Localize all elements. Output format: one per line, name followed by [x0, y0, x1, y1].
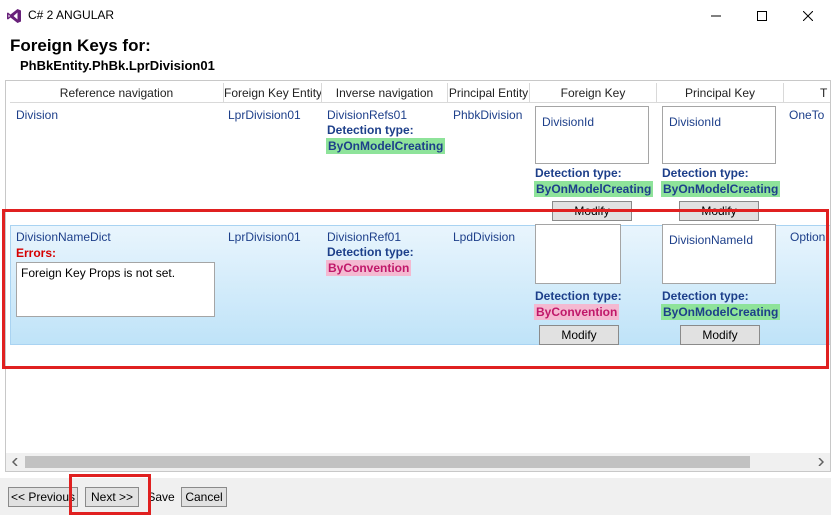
column-header-principal-entity[interactable]: Principal Entity — [448, 83, 530, 103]
column-header-foreign-key[interactable]: Foreign Key — [530, 83, 657, 103]
page-title: Foreign Keys for: — [10, 36, 151, 55]
footer-bar: << Previous Next >> Save Cancel — [0, 478, 831, 515]
next-button[interactable]: Next >> — [85, 487, 139, 507]
maximize-icon — [757, 10, 767, 21]
principal-entity-cell: PhbkDivision — [453, 108, 523, 122]
principal-key-props-list[interactable]: DivisionNameId — [662, 224, 776, 284]
principal-key-modify-button[interactable]: Modify — [680, 325, 760, 345]
foreign-key-prop-item[interactable]: DivisionId — [542, 115, 594, 129]
principal-key-detection-badge: ByOnModelCreating — [661, 304, 781, 320]
inverse-detection-label: Detection type: — [327, 245, 414, 259]
table-row-selected[interactable]: DivisionNameDict Errors: Foreign Key Pro… — [10, 224, 830, 345]
table-row[interactable]: Division LprDivision01 DivisionRefs01 De… — [10, 103, 830, 221]
foreign-key-props-list[interactable]: DivisionId — [535, 106, 649, 164]
maximize-button[interactable] — [739, 0, 785, 31]
foreign-key-detection-badge: ByOnModelCreating — [534, 181, 654, 197]
foreign-key-detection-label: Detection type: — [535, 166, 622, 180]
error-message-box: Foreign Key Props is not set. — [16, 262, 215, 317]
type-cell: Option — [790, 230, 826, 244]
foreign-key-detection-badge: ByConvention — [534, 304, 620, 320]
inverse-navigation-cell: DivisionRef01 — [327, 230, 402, 244]
column-header-principal-key[interactable]: Principal Key — [657, 83, 784, 103]
column-header-inverse-navigation[interactable]: Inverse navigation — [322, 83, 448, 103]
cancel-button[interactable]: Cancel — [181, 487, 227, 507]
minimize-button[interactable] — [693, 0, 739, 31]
principal-key-detection-label: Detection type: — [662, 166, 749, 180]
entity-name: PhBkEntity.PhBk.LprDivision01 — [20, 58, 215, 73]
inverse-navigation-cell: DivisionRefs01 — [327, 108, 408, 122]
scroll-left-button[interactable] — [8, 455, 22, 469]
foreign-key-modify-button[interactable]: Modify — [552, 201, 632, 221]
inverse-detection-label: Detection type: — [327, 123, 414, 137]
foreign-keys-grid: Reference navigation Foreign Key Entity … — [5, 80, 831, 472]
column-header-foreign-key-entity[interactable]: Foreign Key Entity — [224, 83, 322, 103]
error-message: Foreign Key Props is not set. — [21, 266, 176, 280]
minimize-icon — [711, 15, 721, 16]
principal-entity-cell: LpdDivision — [453, 230, 516, 244]
close-icon — [803, 10, 813, 21]
foreign-key-entity-cell: LprDivision01 — [228, 230, 301, 244]
inverse-detection-badge: ByConvention — [326, 260, 412, 276]
scrollbar-thumb[interactable] — [25, 456, 750, 468]
errors-label: Errors: — [16, 246, 57, 260]
title-bar: C# 2 ANGULAR — [0, 0, 831, 31]
visual-studio-icon — [6, 8, 22, 24]
chevron-right-icon — [818, 458, 824, 466]
column-header-reference-navigation[interactable]: Reference navigation — [10, 83, 224, 103]
horizontal-scrollbar[interactable] — [6, 453, 830, 471]
inverse-detection-badge: ByOnModelCreating — [326, 138, 446, 154]
chevron-left-icon — [12, 458, 18, 466]
column-header-type[interactable]: T — [784, 83, 830, 103]
close-button[interactable] — [785, 0, 831, 31]
principal-key-detection-label: Detection type: — [662, 289, 749, 303]
window-title: C# 2 ANGULAR — [28, 8, 115, 22]
grid-header: Reference navigation Foreign Key Entity … — [6, 83, 830, 103]
foreign-key-modify-button[interactable]: Modify — [539, 325, 619, 345]
principal-key-modify-button[interactable]: Modify — [679, 201, 759, 221]
principal-key-prop-item[interactable]: DivisionNameId — [669, 233, 753, 247]
save-button[interactable]: Save — [144, 487, 178, 507]
foreign-key-detection-label: Detection type: — [535, 289, 622, 303]
foreign-key-props-list[interactable] — [535, 224, 621, 284]
type-cell: OneTo — [789, 108, 825, 122]
scroll-right-button[interactable] — [814, 455, 828, 469]
foreign-key-entity-cell: LprDivision01 — [228, 108, 301, 122]
reference-navigation-cell: Division — [16, 108, 59, 122]
reference-navigation-cell: DivisionNameDict — [16, 230, 111, 244]
principal-key-prop-item[interactable]: DivisionId — [669, 115, 721, 129]
principal-key-props-list[interactable]: DivisionId — [662, 106, 776, 164]
principal-key-detection-badge: ByOnModelCreating — [661, 181, 781, 197]
previous-button[interactable]: << Previous — [8, 487, 78, 507]
